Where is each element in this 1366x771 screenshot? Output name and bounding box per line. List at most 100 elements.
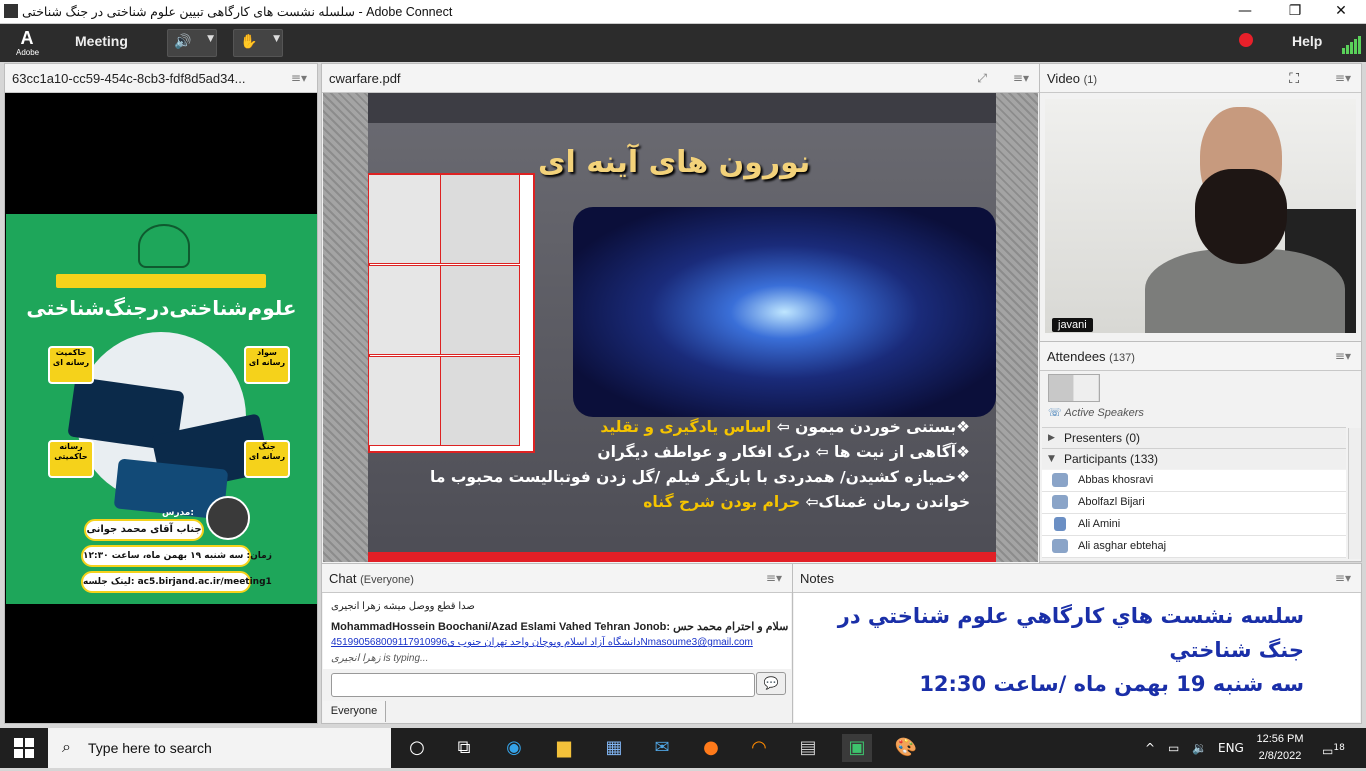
- pod-menu-icon[interactable]: ≡▾: [291, 71, 307, 85]
- poster-badge: جنگ رسانه ای: [244, 440, 290, 478]
- phone-icon: ☏: [1048, 406, 1062, 419]
- user-icon: [1052, 539, 1068, 553]
- presenters-label: Presenters (0): [1064, 431, 1141, 445]
- pod-title: 63cc1a10-cc59-454c-8cb3-fdf8d5ad34...: [12, 71, 246, 86]
- attendee-name: Ali asghar ebtehaj: [1078, 540, 1167, 552]
- chat-tab-everyone[interactable]: Everyone: [323, 701, 386, 722]
- close-button[interactable]: ✕: [1318, 0, 1364, 23]
- presenters-group[interactable]: ▶ Presenters (0): [1042, 427, 1346, 448]
- notification-center-icon[interactable]: ▭18: [1322, 728, 1345, 768]
- pod-header: Notes ≡▾: [793, 564, 1361, 593]
- window-title: سلسله نشست های کارگاهی تبیین علوم شناختی…: [22, 5, 453, 19]
- pod-menu-icon[interactable]: ≡▾: [1335, 571, 1351, 585]
- meeting-menu[interactable]: Meeting: [75, 33, 128, 49]
- grid-view-icon[interactable]: [1074, 375, 1098, 401]
- mail-icon[interactable]: ✉: [647, 734, 677, 762]
- attendees-scrollbar[interactable]: [1348, 428, 1361, 559]
- firefox-icon[interactable]: ●: [696, 734, 726, 762]
- instructor-name: جناب آقای محمد جوانی: [84, 519, 204, 541]
- paint-icon[interactable]: 🎨: [891, 734, 921, 762]
- user-icon: [1052, 473, 1068, 487]
- participants-label: Participants (133): [1064, 452, 1159, 466]
- app-icon-gray[interactable]: ▤: [793, 734, 823, 762]
- slide-bullet: ❖بستنی خوردن میمون ⇦ اساس یادگیری و تقلی…: [370, 415, 970, 440]
- task-view-icon[interactable]: ⧉: [449, 734, 479, 762]
- session-link: لینک جلسه: ac5.birjand.ac.ir/meeting1: [81, 571, 272, 593]
- chat-message: صدا قطع ووصل میشه زهرا انجیری: [331, 601, 475, 612]
- raise-hand-button[interactable]: ✋ ▼: [233, 29, 283, 57]
- pod-menu-icon[interactable]: ≡▾: [766, 571, 782, 585]
- fullscreen-icon[interactable]: ⤢: [977, 71, 987, 86]
- windows-start-icon[interactable]: [14, 738, 34, 758]
- chat-title: Chat: [329, 571, 357, 586]
- taskbar-clock[interactable]: 12:56 PM 2/8/2022: [1250, 731, 1310, 765]
- speech-bubble-icon: 💬: [763, 676, 779, 690]
- edge-icon[interactable]: ◉: [499, 734, 529, 762]
- chevron-up-icon[interactable]: ^: [1145, 728, 1155, 768]
- send-message-button[interactable]: 💬: [756, 672, 786, 695]
- session-time: زمان: سه شنبه ۱۹ بهمن ماه، ساعت ۱۲:۳۰: [81, 545, 272, 567]
- chat-input[interactable]: [331, 673, 755, 697]
- app-icon-orange[interactable]: ◠: [744, 734, 774, 762]
- bullet-highlight: حرام بودن شرح گناه: [643, 493, 801, 511]
- attendee-row[interactable]: Abolfazl Bijari: [1042, 492, 1346, 514]
- fullscreen-icon[interactable]: ⛶: [1289, 71, 1299, 87]
- speaker-button[interactable]: 🔊 ▼: [167, 29, 217, 57]
- help-menu[interactable]: Help: [1292, 33, 1322, 49]
- chat-messages[interactable]: صدا قطع ووصل میشه زهرا انجیری MohammadHo…: [323, 593, 791, 669]
- list-view-icon[interactable]: [1049, 375, 1073, 401]
- chat-message-link[interactable]: 4519905680دانشگاه آزاد اسلام ویوچان واحد…: [331, 635, 753, 651]
- notes-body[interactable]: سلسه نشست هاي كارگاهي علوم شناختي در جنگ…: [794, 593, 1360, 722]
- pdf-viewer[interactable]: نورون های آینه ای ❖بستنی خوردن میمون ⇦ ا…: [323, 93, 1038, 562]
- chevron-down-icon[interactable]: ▼: [207, 34, 214, 44]
- pod-menu-icon[interactable]: ≡▾: [1335, 349, 1351, 363]
- notes-line: سه شنبه 19 بهمن ماه /ساعت 12:30: [919, 672, 1304, 696]
- file-explorer-icon[interactable]: ▆: [549, 734, 579, 762]
- brains-image: [573, 207, 996, 417]
- chevron-down-icon[interactable]: ▼: [273, 34, 280, 44]
- bullet-highlight: اساس یادگیری و تقلید: [600, 418, 772, 436]
- attendees-title: Attendees: [1047, 349, 1106, 364]
- participants-group[interactable]: ▼ Participants (133): [1042, 448, 1346, 469]
- bullet-text: خواندن رمان غمناک⇦: [800, 493, 970, 511]
- chat-message: MohammadHossein Boochani/Azad Eslami Vah…: [331, 621, 789, 633]
- language-indicator[interactable]: ENG: [1218, 728, 1244, 768]
- taskbar-search[interactable]: ⌕ Type here to search: [48, 728, 391, 768]
- pod-menu-icon[interactable]: ≡▾: [1013, 71, 1029, 85]
- chevron-right-icon: ▶: [1048, 433, 1055, 443]
- attendee-view-toggle[interactable]: [1048, 374, 1100, 402]
- pod-title: Chat (Everyone): [329, 571, 414, 586]
- minimize-button[interactable]: —: [1222, 0, 1268, 23]
- attendee-name: Abbas khosravi: [1078, 474, 1154, 486]
- event-poster: علوم‌شناختی‌درجنگ‌شناختی حاکمیت رسانه ای…: [6, 214, 317, 604]
- attendee-row[interactable]: Abbas khosravi: [1042, 470, 1346, 492]
- attendee-row[interactable]: Ali asghar ebtehaj: [1042, 536, 1346, 558]
- instructor-label: مدرس:: [162, 508, 194, 518]
- maximize-button[interactable]: ❐: [1272, 0, 1318, 23]
- bullet-text: ❖خمیازه کشیدن/ همدردی با بازیگر فیلم /گل…: [430, 468, 970, 486]
- pod-title: cwarfare.pdf: [329, 71, 401, 86]
- network-icon[interactable]: ▭: [1168, 728, 1179, 768]
- notes-pod: Notes ≡▾ سلسه نشست هاي كارگاهي علوم شناخ…: [792, 563, 1362, 724]
- adobe-connect-taskbar-icon[interactable]: ▣: [842, 734, 872, 762]
- cortana-icon[interactable]: ○: [402, 734, 432, 762]
- adobe-logo-text: Adobe: [16, 48, 40, 57]
- speaker-icon: 🔊: [174, 34, 192, 50]
- slide-heading: نورون های آینه ای: [538, 145, 811, 180]
- notification-count: 18: [1333, 743, 1345, 753]
- pod-menu-icon[interactable]: ≡▾: [1335, 71, 1351, 85]
- raise-hand-icon: ✋: [240, 34, 258, 50]
- pod-header: Chat (Everyone) ≡▾: [322, 564, 792, 593]
- adobe-logo-letter: A: [20, 28, 34, 48]
- video-feed[interactable]: javani: [1045, 99, 1356, 333]
- presenter-beard: [1195, 169, 1287, 264]
- store-icon[interactable]: ▦: [599, 734, 629, 762]
- connection-status-icon[interactable]: [1342, 34, 1362, 54]
- volume-icon[interactable]: 🔉: [1192, 728, 1207, 768]
- pdf-slide: نورون های آینه ای ❖بستنی خوردن میمون ⇦ ا…: [368, 93, 996, 562]
- recording-indicator[interactable]: [1239, 33, 1253, 47]
- poster-title: علوم‌شناختی‌درجنگ‌شناختی: [26, 296, 297, 320]
- emblem-logo: [138, 224, 190, 268]
- attendee-row[interactable]: Ali Amini: [1042, 514, 1346, 536]
- instructor-avatar: [206, 496, 250, 540]
